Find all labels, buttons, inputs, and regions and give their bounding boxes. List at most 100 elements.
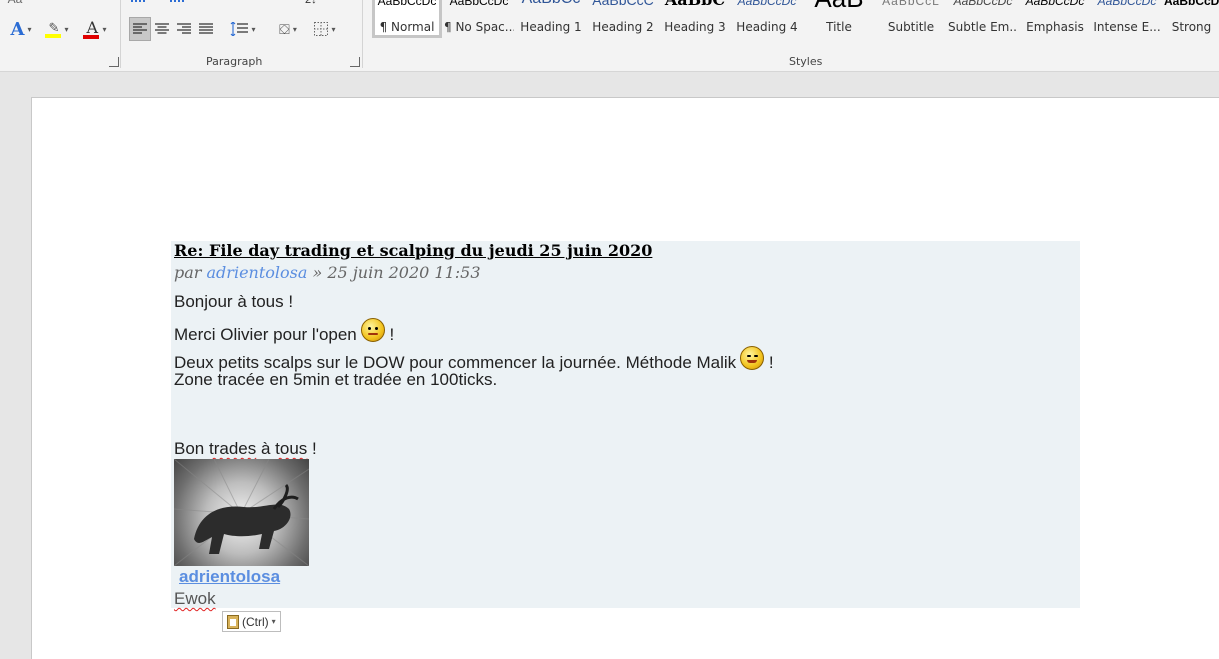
post-title-link[interactable]: Re: File day trading et scalping du jeud… [174, 241, 652, 260]
bullets-icon[interactable] [131, 0, 145, 6]
signature-rank: Ewok [174, 589, 216, 609]
style-subtle-emphasis[interactable]: AaBbCcDc Subtle Em... [948, 0, 1018, 38]
borders-icon [314, 22, 329, 36]
justify-icon [199, 23, 213, 34]
style-name: Emphasis [1026, 20, 1084, 34]
align-right-button[interactable] [173, 17, 195, 41]
style-preview: AaBbCc [516, 0, 586, 8]
paste-options-label: (Ctrl) [242, 614, 269, 629]
sort-icon[interactable]: 2↓ [305, 0, 317, 6]
paragraph-dialog-launcher-icon[interactable] [350, 57, 360, 67]
style-preview: AaBbCcC [592, 0, 654, 8]
style-subtitle[interactable]: AaBbCcL Subtitle [876, 0, 946, 38]
exclamation-text: ! [768, 353, 774, 372]
meta-prefix: par [174, 263, 207, 282]
wink-smiley-icon [740, 346, 765, 370]
style-name: Subtitle [887, 20, 935, 34]
signature-rank-text: Ewok [174, 589, 216, 608]
align-right-icon [177, 23, 191, 34]
ribbon: Aa A▾ ✎ ▾ A ▾ ▾ ⛋▾ ▾ 2↓ Paragraph [0, 0, 1219, 72]
align-center-icon [155, 23, 169, 34]
post-author-link[interactable]: adrientolosa [207, 263, 308, 282]
signature-username-link[interactable]: adrientolosa [179, 567, 280, 587]
style-name: Subtle Em... [948, 20, 1018, 34]
style-intense-emphasis[interactable]: AaBbCcDc Intense E... [1092, 0, 1162, 38]
style-normal[interactable]: AaBbCcDc ¶ Normal [372, 0, 442, 38]
justify-button[interactable] [195, 17, 217, 41]
post-meta: par adrientolosa » 25 juin 2020 11:53 [174, 263, 481, 282]
chevron-down-icon: ▾ [64, 24, 69, 34]
exclamation-text: ! [389, 325, 395, 344]
post-line-thanks: Merci Olivier pour l'open ! [174, 318, 394, 345]
style-strong[interactable]: AaBbCcDc Strong [1164, 0, 1219, 38]
style-preview: AaBbCcDc [737, 0, 797, 8]
paste-options-button[interactable]: (Ctrl) ▾ [222, 611, 281, 632]
thanks-text: Merci Olivier pour l'open [174, 325, 357, 344]
font-size-stub[interactable]: Aa [0, 0, 30, 10]
text-effects-button[interactable]: A ▾ [4, 18, 38, 40]
closing-text: ! [307, 439, 317, 458]
paragraph-group-label: Paragraph [206, 55, 263, 68]
style-title[interactable]: AaB Title [804, 0, 874, 38]
meta-date: » 25 juin 2020 11:53 [307, 263, 481, 282]
style-name: Heading 2 [592, 20, 654, 34]
borders-button[interactable]: ▾ [309, 17, 341, 41]
style-preview: AaBbCcDc [377, 0, 437, 8]
style-name: Heading 4 [736, 20, 798, 34]
chevron-down-icon: ▾ [271, 617, 276, 626]
style-heading-4[interactable]: AaBbCcDc Heading 4 [732, 0, 802, 38]
style-name: ¶ No Spac... [444, 20, 514, 34]
post-line-closing: Bon trades à tous ! [174, 439, 317, 459]
group-separator [120, 0, 121, 68]
paint-bucket-icon: ⛋ [279, 20, 290, 37]
style-preview: AaBbCcDc [1025, 0, 1085, 8]
style-heading-1[interactable]: AaBbCc Heading 1 [516, 0, 586, 38]
post-line-greeting: Bonjour à tous ! [174, 292, 294, 311]
style-name: Strong [1171, 20, 1212, 34]
spelling-error-word[interactable]: tous [275, 439, 307, 458]
chevron-down-icon: ▾ [102, 24, 107, 34]
style-name: Intense E... [1093, 20, 1161, 34]
spelling-error-word[interactable]: trades [209, 439, 256, 458]
style-preview: AaB [804, 0, 874, 14]
closing-text: à [256, 439, 276, 458]
style-heading-2[interactable]: AaBbCcC Heading 2 [588, 0, 658, 38]
shading-button[interactable]: ⛋ ▾ [272, 17, 304, 41]
styles-group-label: Styles [789, 55, 823, 68]
font-color-button[interactable]: A ▾ [78, 18, 112, 40]
style-heading-3[interactable]: AaBbC Heading 3 [660, 0, 730, 38]
chevron-down-icon: ▾ [331, 24, 336, 34]
styles-gallery: AaBbCcDc ¶ Normal AaBbCcDc ¶ No Spac... … [370, 0, 1219, 40]
style-name: Heading 1 [520, 20, 582, 34]
font-color-icon: A [83, 18, 100, 39]
closing-text: Bon [174, 439, 209, 458]
smiley-icon [360, 318, 385, 342]
highlight-color-button[interactable]: ✎ ▾ [40, 18, 74, 40]
style-preview: AaBbCcDc [1164, 0, 1219, 8]
style-emphasis[interactable]: AaBbCcDc Emphasis [1020, 0, 1090, 38]
chevron-down-icon: ▾ [27, 24, 32, 34]
text-effects-icon: A [10, 18, 25, 40]
style-no-spacing[interactable]: AaBbCcDc ¶ No Spac... [444, 0, 514, 38]
line-spacing-button[interactable]: ▾ [227, 17, 259, 41]
style-preview: AaBbCcDc [953, 0, 1013, 8]
style-name: ¶ Normal [379, 20, 435, 34]
chevron-down-icon: ▾ [251, 24, 256, 34]
style-preview: AaBbCcDc [449, 0, 509, 8]
style-preview: AaBbCcDc [1097, 0, 1157, 8]
numbering-icon[interactable] [170, 0, 184, 6]
post-line-scalps: Deux petits scalps sur le DOW pour comme… [174, 346, 774, 373]
line-spacing-icon [231, 22, 249, 36]
align-center-button[interactable] [151, 17, 173, 41]
clipboard-icon [227, 614, 239, 629]
style-preview: AaBbC [660, 0, 730, 9]
group-separator [362, 0, 363, 68]
align-left-button[interactable] [129, 17, 151, 41]
font-dialog-launcher-icon[interactable] [109, 57, 119, 67]
style-name: Heading 3 [664, 20, 726, 34]
avatar-bull-image[interactable] [174, 459, 309, 566]
post-line-zone: Zone tracée en 5min et tradée en 100tick… [174, 370, 498, 389]
bull-icon [174, 459, 309, 566]
align-left-icon [133, 23, 147, 34]
style-name: Title [826, 20, 852, 34]
